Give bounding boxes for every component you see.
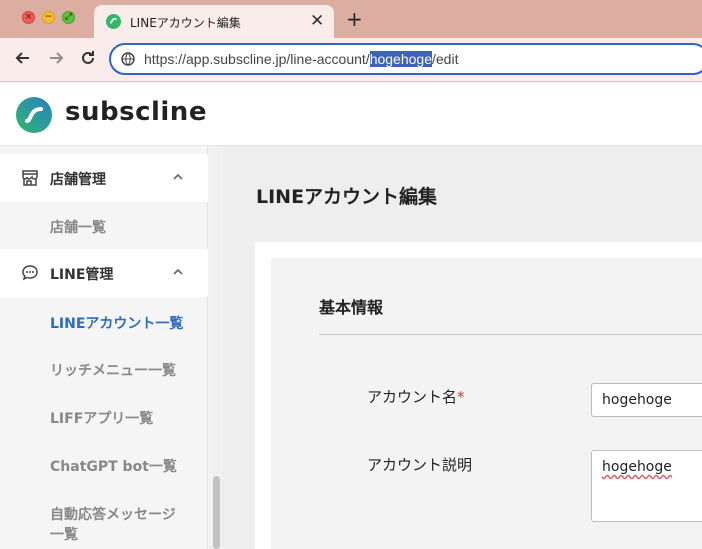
form-card: 基本情報 アカウント名* hogehoge アカウント説明 hogehoge — [255, 242, 702, 549]
forward-arrow-icon[interactable] — [47, 49, 65, 67]
sidebar-item-liff-apps[interactable]: LIFFアプリ一覧 — [50, 408, 153, 428]
page-title: LINEアカウント編集 — [256, 186, 438, 208]
sidebar-section-store[interactable]: 店舗管理 — [0, 154, 208, 202]
minimize-icon: − — [44, 12, 53, 22]
fullscreen-window-button[interactable]: ⤢ — [62, 11, 75, 24]
tab-close-icon[interactable]: ✕ — [310, 10, 324, 32]
url-suffix: /edit — [432, 51, 459, 67]
browser-tabbar: × − ⤢ LINEアカウント編集 ✕ + — [0, 0, 702, 38]
address-bar[interactable]: https://app.subscline.jp/line-account/ho… — [109, 43, 702, 75]
account-description-value: hogehoge — [602, 459, 672, 475]
back-arrow-icon[interactable] — [14, 49, 32, 67]
sidebar: 店舗管理 店舗一覧 LINE管理 LINEアカウント一覧 リッチメニュー一覧 L… — [0, 146, 208, 549]
sidebar-scroll-thumb[interactable] — [213, 476, 220, 549]
chevron-up-icon[interactable] — [171, 170, 185, 184]
sidebar-section-label: LINE管理 — [50, 267, 114, 283]
form-panel: 基本情報 アカウント名* hogehoge アカウント説明 hogehoge — [271, 258, 702, 549]
section-divider — [319, 334, 702, 335]
account-name-label-text: アカウント名 — [367, 388, 458, 406]
section-title: 基本情報 — [319, 298, 384, 317]
sidebar-item-auto-reply[interactable]: 自動応答メッセージ — [50, 504, 176, 524]
new-tab-button[interactable]: + — [346, 7, 363, 31]
main-content: LINEアカウント編集 基本情報 アカウント名* hogehoge アカウント説… — [222, 146, 702, 549]
sidebar-item-line-accounts[interactable]: LINEアカウント一覧 — [50, 313, 183, 333]
reload-icon[interactable] — [79, 49, 97, 67]
close-window-button[interactable]: × — [22, 11, 35, 24]
account-description-textarea[interactable]: hogehoge — [591, 450, 702, 522]
site-info-icon[interactable] — [121, 52, 135, 66]
sidebar-item-rich-menus[interactable]: リッチメニュー一覧 — [50, 360, 176, 380]
sidebar-section-label: 店舗管理 — [50, 172, 106, 188]
sidebar-item-chatgpt-bots[interactable]: ChatGPT bot一覧 — [50, 456, 177, 476]
url-selected-segment: hogehoge — [369, 51, 432, 67]
url-prefix: https://app.subscline.jp/line-account/ — [144, 51, 370, 67]
logo-text[interactable]: subscline — [65, 97, 207, 127]
app-header: subscline — [0, 83, 702, 146]
url-text[interactable]: https://app.subscline.jp/line-account/ho… — [144, 51, 458, 67]
account-name-input[interactable]: hogehoge — [591, 383, 702, 417]
close-icon: × — [24, 12, 33, 22]
minimize-window-button[interactable]: − — [42, 11, 55, 24]
browser-toolbar: https://app.subscline.jp/line-account/ho… — [0, 38, 702, 82]
sidebar-item-auto-reply-cont[interactable]: 一覧 — [50, 524, 78, 544]
chevron-up-icon[interactable] — [171, 265, 185, 279]
account-description-label: アカウント説明 — [367, 456, 473, 474]
favicon-icon — [106, 14, 121, 29]
account-name-label: アカウント名* — [367, 386, 465, 407]
fullscreen-icon: ⤢ — [64, 12, 73, 22]
store-icon — [22, 170, 38, 186]
tab-title: LINEアカウント編集 — [130, 16, 241, 30]
chat-bubble-icon — [22, 265, 38, 281]
sidebar-scrollbar[interactable] — [212, 146, 221, 549]
sidebar-item-store-list[interactable]: 店舗一覧 — [50, 217, 106, 237]
account-name-value: hogehoge — [602, 392, 672, 408]
required-mark: * — [457, 388, 465, 406]
sidebar-section-line[interactable]: LINE管理 — [0, 249, 208, 297]
logo-icon[interactable] — [16, 97, 52, 133]
browser-tab-active[interactable]: LINEアカウント編集 ✕ — [94, 5, 334, 38]
